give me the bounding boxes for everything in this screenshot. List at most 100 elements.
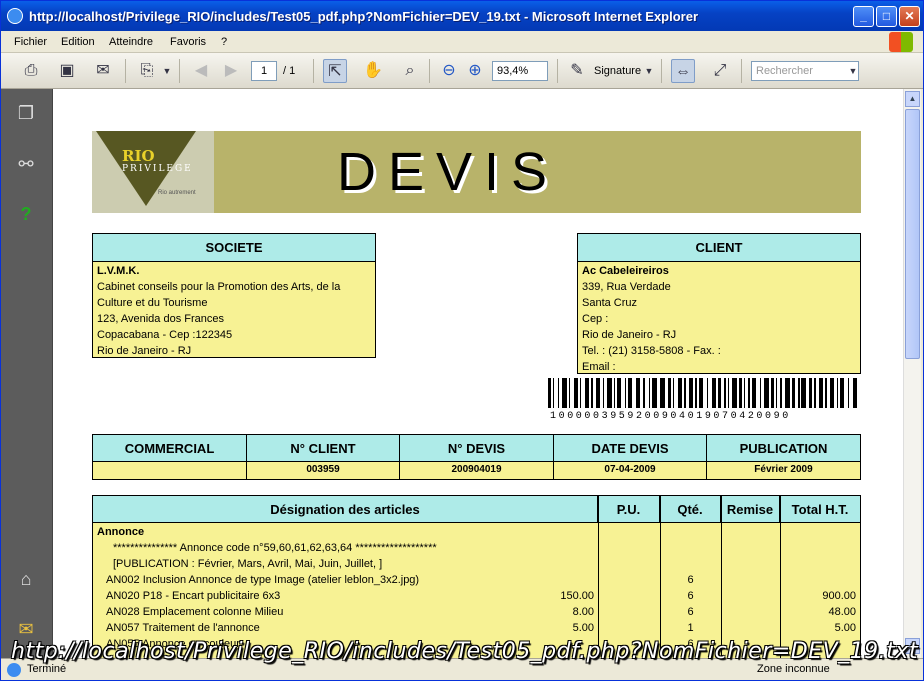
menu-atteindre[interactable]: Atteindre bbox=[109, 36, 153, 48]
table-row: AN020 P18 - Encart publicitaire 6x3 150.0… bbox=[93, 588, 860, 604]
cell-designation: AN028 Emplacement colonne Milieu bbox=[106, 606, 284, 618]
pdf-document-view: RIO PRIVILEGE Rio autrement DEVIS SOCIET… bbox=[52, 89, 903, 658]
barcode-bar bbox=[698, 378, 704, 408]
barcode-bar bbox=[791, 378, 795, 408]
info-header: PUBLICATION bbox=[707, 435, 860, 462]
search-input[interactable]: Rechercher bbox=[751, 61, 859, 81]
cell-total: 5.00 bbox=[834, 622, 856, 634]
email-icon[interactable]: ✉ bbox=[91, 59, 115, 83]
select-tool-icon[interactable]: ⇱ bbox=[323, 59, 347, 83]
barcode-bar bbox=[818, 378, 824, 408]
barcode-bar bbox=[830, 378, 835, 408]
barcode-bar bbox=[568, 378, 571, 408]
barcode-bar bbox=[847, 378, 850, 408]
chevron-down-icon[interactable]: ▼ bbox=[161, 59, 173, 83]
societe-header: SOCIETE bbox=[93, 234, 375, 262]
vertical-scrollbar[interactable]: ▲ ▼ bbox=[903, 89, 921, 658]
rio-privilege-logo: RIO PRIVILEGE Rio autrement bbox=[92, 131, 214, 213]
share-icon[interactable]: ⎘ bbox=[135, 59, 159, 83]
zoom-level-select[interactable]: 93,4% bbox=[492, 61, 548, 81]
client-line: Rio de Janeiro - RJ bbox=[582, 329, 677, 341]
page-number-input[interactable]: 1 bbox=[251, 61, 277, 81]
comments-icon[interactable]: ✉ bbox=[14, 617, 38, 641]
barcode-bar bbox=[602, 378, 604, 408]
info-value: 003959 bbox=[306, 464, 340, 475]
barcode-bar bbox=[660, 378, 665, 408]
table-row: AN028 Emplacement colonne Milieu 8.00 6 48.… bbox=[93, 604, 860, 620]
client-line: Cep : bbox=[582, 313, 609, 325]
barcode-bar bbox=[801, 378, 806, 408]
client-line: Email : bbox=[582, 361, 616, 373]
help-icon[interactable]: ? bbox=[14, 202, 38, 226]
scrollbar-thumb[interactable] bbox=[905, 109, 920, 359]
items-header-qte: Qté. bbox=[660, 496, 721, 523]
cell-qte: 6 bbox=[687, 574, 694, 586]
scroll-up-arrow-icon[interactable]: ▲ bbox=[905, 91, 920, 107]
societe-line: Rio de Janeiro - RJ bbox=[97, 345, 192, 357]
fit-page-icon[interactable]: ⤢ bbox=[708, 59, 732, 83]
menu-help[interactable]: ? bbox=[221, 36, 227, 48]
save-icon[interactable]: ▣ bbox=[55, 59, 79, 83]
menu-edition[interactable]: Edition bbox=[61, 36, 95, 48]
barcode bbox=[548, 378, 859, 408]
table-row: [PUBLICATION : Février, Mars, Avril, Mai… bbox=[93, 556, 860, 572]
next-page-icon[interactable]: ▶ bbox=[219, 59, 243, 83]
pages-icon[interactable]: ❐ bbox=[14, 101, 38, 125]
chevron-down-icon[interactable]: ▼ bbox=[643, 59, 655, 83]
url-overlay-caption: http://localhost/Privilege_RIO/includes/… bbox=[11, 639, 918, 664]
menu-favoris[interactable]: Favoris bbox=[170, 36, 206, 48]
chevron-down-icon[interactable]: ▼ bbox=[847, 59, 859, 83]
client-box: CLIENT Ac Cabeleireiros 339, Rua Verdade… bbox=[577, 233, 861, 374]
zoom-tool-icon[interactable]: ⌕ bbox=[398, 59, 422, 83]
items-header-pu: P.U. bbox=[598, 496, 660, 523]
pdf-toolbar: ⎙ ▣ ✉ ⎘ ▼ ◀ ▶ 1 / 1 ⇱ ✋ ⌕ ⊖ ⊕ 93,4% ✎ Si… bbox=[1, 53, 923, 89]
logo-tagline: Rio autrement bbox=[158, 190, 196, 196]
cell-designation: AN002 Inclusion Annonce de type Image (a… bbox=[106, 574, 420, 586]
print-icon[interactable]: ⎙ bbox=[19, 59, 43, 83]
maximize-button[interactable]: □ bbox=[876, 6, 897, 27]
minimize-button[interactable]: _ bbox=[853, 6, 874, 27]
toolbar-separator bbox=[125, 59, 126, 83]
barcode-bar bbox=[695, 378, 697, 408]
cell-designation: Annonce bbox=[97, 526, 145, 538]
client-line: Ac Cabeleireiros bbox=[582, 265, 669, 277]
barcode-bar bbox=[548, 378, 551, 408]
zoom-out-icon[interactable]: ⊖ bbox=[437, 59, 461, 83]
barcode-bar bbox=[573, 378, 578, 408]
barcode-bar bbox=[743, 378, 745, 408]
toolbar-separator bbox=[661, 59, 662, 83]
items-header-designation: Désignation des articles bbox=[93, 496, 598, 523]
info-header: DATE DEVIS bbox=[554, 435, 706, 462]
ie-icon bbox=[7, 8, 23, 24]
info-value: 200904019 bbox=[451, 464, 502, 475]
signature-button[interactable]: Signature bbox=[594, 65, 641, 77]
menu-fichier[interactable]: Fichier bbox=[14, 36, 47, 48]
devis-banner: RIO PRIVILEGE Rio autrement DEVIS bbox=[92, 131, 861, 213]
barcode-bar bbox=[748, 378, 750, 408]
client-line: 339, Rua Verdade bbox=[582, 281, 671, 293]
barcode-bar bbox=[557, 378, 560, 408]
previous-page-icon[interactable]: ◀ bbox=[189, 59, 213, 83]
fit-width-icon[interactable]: ⇔ bbox=[671, 59, 695, 83]
barcode-bar bbox=[624, 378, 627, 408]
attachment-icon[interactable]: ⌂ bbox=[14, 567, 38, 591]
table-row: *************** Annonce code n°59,60,61,… bbox=[93, 540, 860, 556]
societe-line: Cabinet conseils pour la Promotion des A… bbox=[97, 281, 341, 293]
logo-rio-text: RIO bbox=[122, 147, 155, 165]
barcode-bar bbox=[759, 378, 762, 408]
hand-tool-icon[interactable]: ✋ bbox=[361, 59, 385, 83]
barcode-bar bbox=[628, 378, 633, 408]
cell-qte: 1 bbox=[687, 622, 694, 634]
zoom-in-icon[interactable]: ⊕ bbox=[463, 59, 487, 83]
barcode-bar bbox=[809, 378, 813, 408]
barcode-bar bbox=[616, 378, 622, 408]
cell-qte: 6 bbox=[687, 606, 694, 618]
cell-pu: 8.00 bbox=[572, 606, 594, 618]
barcode-bar bbox=[613, 378, 616, 408]
barcode-bar bbox=[584, 378, 590, 408]
pen-icon[interactable]: ✎ bbox=[565, 59, 589, 83]
barcode-bar bbox=[814, 378, 816, 408]
close-button[interactable]: ✕ bbox=[899, 6, 920, 27]
binoculars-icon[interactable]: ⚯ bbox=[14, 152, 38, 176]
info-value: 07-04-2009 bbox=[604, 464, 656, 475]
